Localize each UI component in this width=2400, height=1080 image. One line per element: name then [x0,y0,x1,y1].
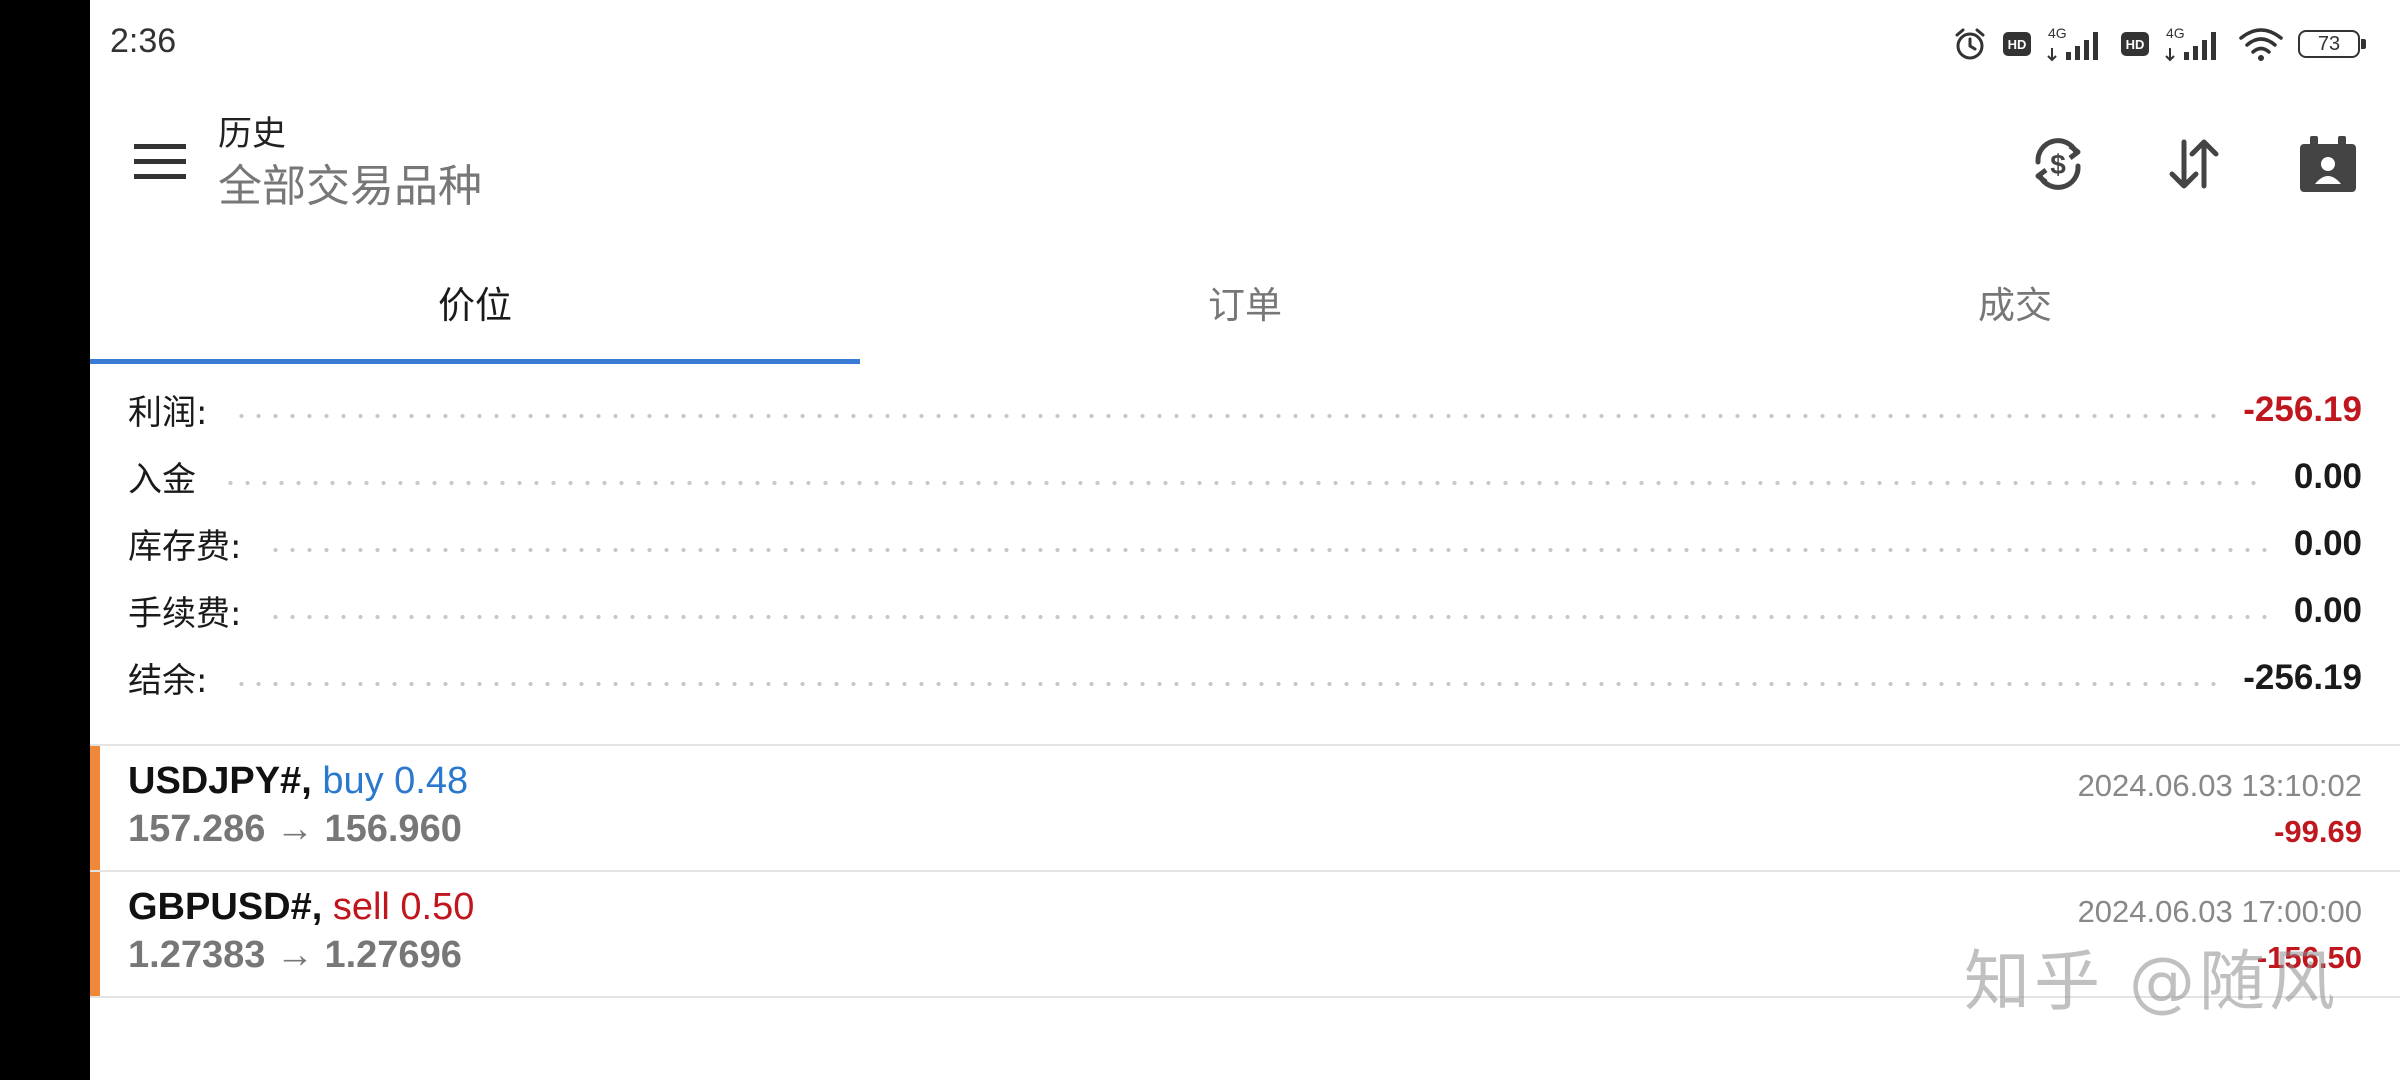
summary-label: 入金 [128,460,196,500]
summary-value: 0.00 [2293,590,2362,630]
signal-4g-icon: 4G [2165,25,2216,62]
currency-sync-button[interactable]: $ [2022,128,2094,200]
status-time: 2:36 [110,22,177,60]
battery-icon: 73 [2298,30,2366,58]
symbol-filter[interactable]: 全部交易品种 [218,158,482,216]
watermark: 知乎 @随风 [1964,943,2339,1020]
trade-marker [90,746,100,870]
trade-prices: 1.27383 → 1.27696 [128,934,462,976]
summary-row-profit: 利润: -256.19 [90,376,2400,443]
summary-value: 0.00 [2293,523,2362,563]
trade-row[interactable]: USDJPY#, buy 0.48 157.286 → 156.960 2024… [90,746,2400,870]
page-title: 历史 [218,114,286,154]
summary-row-balance: 结余: -256.19 [90,644,2400,711]
summary-row-swap: 库存费: 0.00 [90,510,2400,577]
svg-text:HD: HD [2126,37,2145,52]
summary-value: 0.00 [2293,456,2362,496]
menu-icon[interactable] [134,140,186,184]
dotted-leader [222,480,2268,485]
summary-value: -256.19 [2243,389,2362,429]
summary-label: 利润: [128,393,208,433]
app-screen: 2:36 HD 4G HD 4G 73 历史 全部交易品种 $ 价位 订单 成交… [90,0,2400,1080]
summary-row-commission: 手续费: 0.00 [90,577,2400,644]
wifi-icon [2239,28,2283,61]
dotted-leader [267,547,2268,552]
summary-label: 手续费: [128,594,242,634]
svg-text:4G: 4G [2166,25,2185,41]
status-icons: HD 4G HD 4G 73 [1952,22,2366,66]
tab-bar: 价位 订单 成交 [90,240,2400,364]
hd-icon: HD [2121,32,2149,56]
app-bar: 历史 全部交易品种 $ [90,96,2400,232]
trade-symbol-line: GBPUSD#, sell 0.50 [128,886,474,929]
svg-text:HD: HD [2008,37,2027,52]
journal-button[interactable] [2292,128,2364,200]
trade-profit: -99.69 [2274,814,2362,849]
alarm-icon [1955,28,1985,60]
sort-icon [2169,139,2219,189]
dotted-leader [267,614,2268,619]
trade-symbol: USDJPY#, [128,760,312,802]
trade-time: 2024.06.03 13:10:02 [2077,768,2362,803]
summary-label: 库存费: [128,527,242,567]
status-bar: 2:36 HD 4G HD 4G 73 [90,0,2400,88]
summary-row-deposit: 入金 0.00 [90,443,2400,510]
left-black-bar [0,0,90,1080]
trade-symbol-line: USDJPY#, buy 0.48 [128,760,468,803]
svg-text:$: $ [2050,149,2066,180]
summary-value: -256.19 [2243,657,2362,697]
summary-panel: 利润: -256.19 入金 0.00 库存费: 0.00 手续费: 0.00 … [90,376,2400,711]
trade-side: buy 0.48 [322,760,469,802]
summary-label: 结余: [128,661,208,701]
trade-prices: 157.286 → 156.960 [128,808,462,850]
tab-positions[interactable]: 价位 [90,240,860,364]
tab-deals[interactable]: 成交 [1630,240,2400,364]
tab-orders[interactable]: 订单 [860,240,1630,364]
journal-icon [2300,136,2356,192]
dotted-leader [233,413,2218,418]
trade-symbol: GBPUSD#, [128,886,323,928]
title-block[interactable]: 历史 全部交易品种 [218,112,482,216]
svg-text:4G: 4G [2048,25,2067,41]
dotted-leader [233,681,2218,686]
trade-side: sell 0.50 [332,886,475,928]
signal-4g-icon: 4G [2047,25,2098,62]
sort-button[interactable] [2158,128,2230,200]
hd-icon: HD [2003,32,2031,56]
trade-marker [90,872,100,996]
currency-sync-icon: $ [2035,138,2081,190]
trade-time: 2024.06.03 17:00:00 [2077,894,2362,929]
